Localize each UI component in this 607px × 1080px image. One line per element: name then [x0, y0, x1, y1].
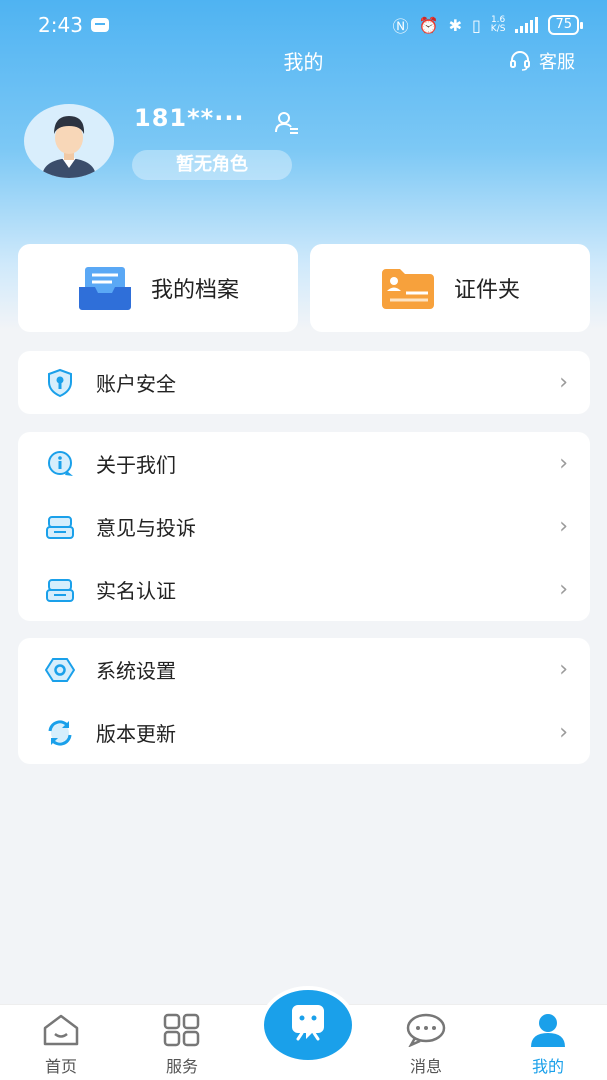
- menu-group-info: 关于我们 › 意见与投诉 › 实名认证 ›: [18, 432, 590, 621]
- bluetooth-icon: ✱: [448, 15, 462, 35]
- profile-section: 181**··· 暂无角色: [24, 104, 584, 194]
- menu-label: 账户安全: [96, 372, 176, 396]
- grid-icon: [163, 1013, 200, 1047]
- id-card-folder-icon: [381, 269, 434, 309]
- chevron-right-icon: ›: [559, 720, 568, 745]
- tab-messages[interactable]: 消息: [386, 1013, 466, 1077]
- menu-label: 系统设置: [96, 659, 176, 683]
- feedback-box-icon: [44, 511, 76, 543]
- tab-services[interactable]: 服务: [142, 1013, 222, 1077]
- assistant-button[interactable]: [260, 986, 356, 1064]
- role-badge: 暂无角色: [132, 150, 292, 180]
- menu-item-system-settings[interactable]: 系统设置 ›: [18, 638, 590, 701]
- vibrate-icon: ▯: [471, 15, 481, 35]
- menu-item-version-update[interactable]: 版本更新 ›: [18, 701, 590, 764]
- menu-group-system: 系统设置 › 版本更新 ›: [18, 638, 590, 764]
- chevron-right-icon: ›: [559, 577, 568, 602]
- tab-mine[interactable]: 我的: [508, 1013, 588, 1077]
- menu-item-feedback[interactable]: 意见与投诉 ›: [18, 495, 590, 558]
- chevron-right-icon: ›: [559, 657, 568, 682]
- id-verify-icon: [44, 574, 76, 606]
- avatar-person-icon: [42, 116, 96, 178]
- home-icon: [43, 1014, 79, 1046]
- tab-label: 我的: [531, 1057, 564, 1076]
- battery-indicator: 75: [548, 15, 583, 35]
- robot-chat-icon: [292, 1005, 324, 1041]
- id-folder-card[interactable]: 证件夹: [310, 244, 590, 332]
- quick-cards: 我的档案 证件夹: [18, 244, 590, 332]
- shield-key-icon: [44, 367, 76, 399]
- menu-item-account-security[interactable]: 账户安全 ›: [18, 351, 590, 414]
- customer-service-button[interactable]: 客服: [509, 48, 575, 74]
- chevron-right-icon: ›: [559, 370, 568, 395]
- menu-label: 意见与投诉: [96, 516, 196, 540]
- menu-item-about-us[interactable]: 关于我们 ›: [18, 432, 590, 495]
- switch-user-icon[interactable]: [274, 110, 300, 136]
- signal-icon: [515, 17, 539, 33]
- net-speed-unit: K/S: [490, 24, 506, 34]
- refresh-icon: [44, 717, 76, 749]
- alarm-icon: ⏰: [418, 15, 439, 35]
- tab-label: 消息: [409, 1057, 442, 1076]
- user-icon: [531, 1014, 565, 1047]
- tab-label: 首页: [44, 1057, 77, 1076]
- nfc-icon: Ⓝ: [392, 17, 409, 36]
- tab-label: 服务: [165, 1057, 198, 1076]
- menu-group-account: 账户安全 ›: [18, 351, 590, 414]
- menu-label: 关于我们: [96, 453, 176, 477]
- tab-home[interactable]: 首页: [21, 1013, 101, 1077]
- customer-service-label: 客服: [539, 52, 575, 73]
- id-folder-label: 证件夹: [453, 278, 520, 303]
- headset-icon: [510, 51, 530, 71]
- my-archive-card[interactable]: 我的档案: [18, 244, 298, 332]
- archive-tray-icon: [78, 267, 131, 310]
- notification-chat-icon: [90, 18, 109, 32]
- info-bubble-icon: [44, 448, 76, 480]
- my-archive-label: 我的档案: [150, 278, 239, 303]
- user-phone: 181**···: [134, 104, 245, 132]
- settings-hex-icon: [44, 654, 76, 686]
- avatar[interactable]: [24, 104, 114, 178]
- net-speed: 1.6 K/S: [491, 16, 506, 34]
- status-time: 2:43: [38, 13, 83, 37]
- menu-label: 版本更新: [96, 722, 176, 746]
- chevron-right-icon: ›: [559, 451, 568, 476]
- chevron-right-icon: ›: [559, 514, 568, 539]
- menu-label: 实名认证: [96, 579, 176, 603]
- chat-bubble-icon: [406, 1013, 446, 1047]
- menu-item-real-name-auth[interactable]: 实名认证 ›: [18, 558, 590, 621]
- top-bar: 我的 客服: [0, 42, 607, 78]
